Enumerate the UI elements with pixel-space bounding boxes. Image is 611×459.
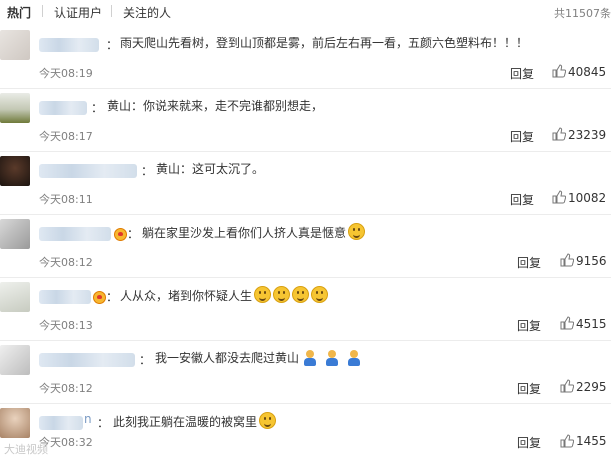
grin-emoji-icon — [292, 286, 310, 303]
comment-time: 今天08:11 — [39, 193, 93, 206]
comment-item: ： 人从众，堵到你怀疑人生 今天08:13 回复 4515 — [0, 278, 611, 341]
total-comment-count: 共11507条 — [554, 7, 611, 20]
grin-emoji-icon — [254, 286, 272, 303]
comment-item: ： 黄山：你说来就来，走不完谁都别想走， 今天08:17 回复 23239 — [0, 89, 611, 152]
avatar[interactable] — [0, 345, 30, 375]
comment-text: 我一安徽人都没去爬过黄山 — [155, 349, 365, 366]
username-blurred[interactable] — [39, 164, 137, 178]
comment-text: 黄山：你说来就来，走不完谁都别想走， — [107, 99, 324, 113]
grin-emoji-icon — [348, 223, 366, 240]
username-visible-part[interactable]: n — [84, 412, 92, 426]
person-emoji-icon — [304, 350, 317, 366]
thumbs-up-icon[interactable] — [560, 379, 574, 393]
tab-hot[interactable]: 热门 — [7, 4, 31, 21]
person-emoji-icon — [348, 350, 361, 366]
member-badge-icon — [114, 228, 127, 241]
like-count: 1455 — [576, 434, 607, 448]
grin-emoji-icon — [259, 412, 277, 429]
reply-button[interactable]: 回复 — [517, 434, 541, 451]
username-blurred[interactable] — [39, 290, 91, 304]
comment-item: n ： 此刻我正躺在温暖的被窝里 今天08:32 回复 1455 — [0, 404, 611, 459]
like-count: 40845 — [568, 65, 607, 79]
thumbs-up-icon[interactable] — [552, 190, 566, 204]
avatar[interactable] — [0, 156, 30, 186]
grin-emoji-icon — [311, 286, 329, 303]
avatar[interactable] — [0, 408, 30, 438]
tab-verified-users[interactable]: 认证用户 — [54, 4, 102, 21]
avatar[interactable] — [0, 219, 30, 249]
thumbs-up-icon[interactable] — [560, 253, 574, 267]
reply-button[interactable]: 回复 — [517, 380, 541, 397]
reply-button[interactable]: 回复 — [510, 128, 534, 145]
name-colon: ： — [127, 227, 140, 241]
comment-time: 今天08:12 — [39, 256, 93, 269]
comment-item: ： 雨天爬山先看树，登到山顶都是雾，前后左右再一看，五颜六色塑料布！！！ 今天0… — [0, 26, 611, 89]
comment-text: 此刻我正躺在温暖的被窝里 — [113, 412, 277, 430]
tab-following[interactable]: 关注的人 — [123, 4, 171, 21]
reply-button[interactable]: 回复 — [517, 317, 541, 334]
tab-divider — [111, 5, 112, 17]
comment-time: 今天08:12 — [39, 382, 93, 395]
username-blurred[interactable] — [39, 227, 111, 241]
avatar[interactable] — [0, 93, 30, 123]
reply-button[interactable]: 回复 — [510, 191, 534, 208]
comment-text: 人从众，堵到你怀疑人生 — [120, 286, 329, 304]
member-badge-icon — [93, 291, 106, 304]
name-colon: ： — [141, 164, 154, 178]
thumbs-up-icon[interactable] — [560, 434, 574, 448]
comment-text: 雨天爬山先看树，登到山顶都是雾，前后左右再一看，五颜六色塑料布！！！ — [120, 36, 529, 50]
username-blurred[interactable] — [39, 101, 87, 115]
thumbs-up-icon[interactable] — [560, 316, 574, 330]
comment-item: ： 我一安徽人都没去爬过黄山 今天08:12 回复 2295 — [0, 341, 611, 404]
comment-tab-bar: 热门 认证用户 关注的人 共11507条 — [0, 0, 611, 27]
comment-item: ： 躺在家里沙发上看你们人挤人真是惬意 今天08:12 回复 9156 — [0, 215, 611, 278]
avatar[interactable] — [0, 30, 30, 60]
reply-button[interactable]: 回复 — [517, 254, 541, 271]
comment-text: 躺在家里沙发上看你们人挤人真是惬意 — [142, 223, 366, 241]
grin-emoji-icon — [273, 286, 291, 303]
comment-item: ： 黄山：这可太沉了。 今天08:11 回复 10082 — [0, 152, 611, 215]
tab-divider — [42, 5, 43, 17]
username-blurred[interactable] — [39, 416, 83, 430]
comment-time: 今天08:17 — [39, 130, 93, 143]
like-count: 9156 — [576, 254, 607, 268]
avatar[interactable] — [0, 282, 30, 312]
video-watermark: 大迪视频 — [4, 443, 48, 456]
username-blurred[interactable] — [39, 353, 135, 367]
thumbs-up-icon[interactable] — [552, 64, 566, 78]
person-emoji-icon — [326, 350, 339, 366]
like-count: 2295 — [576, 380, 607, 394]
thumbs-up-icon[interactable] — [552, 127, 566, 141]
like-count: 4515 — [576, 317, 607, 331]
comment-time: 今天08:13 — [39, 319, 93, 332]
name-colon: ： — [97, 416, 110, 430]
reply-button[interactable]: 回复 — [510, 65, 534, 82]
like-count: 10082 — [568, 191, 607, 205]
comment-text: 黄山：这可太沉了。 — [156, 162, 265, 176]
name-colon: ： — [91, 101, 104, 115]
name-colon: ： — [139, 353, 152, 367]
username-blurred[interactable] — [39, 38, 99, 52]
comment-time: 今天08:19 — [39, 67, 93, 80]
name-colon: ： — [106, 290, 119, 304]
like-count: 23239 — [568, 128, 607, 142]
name-colon: ： — [106, 38, 119, 52]
